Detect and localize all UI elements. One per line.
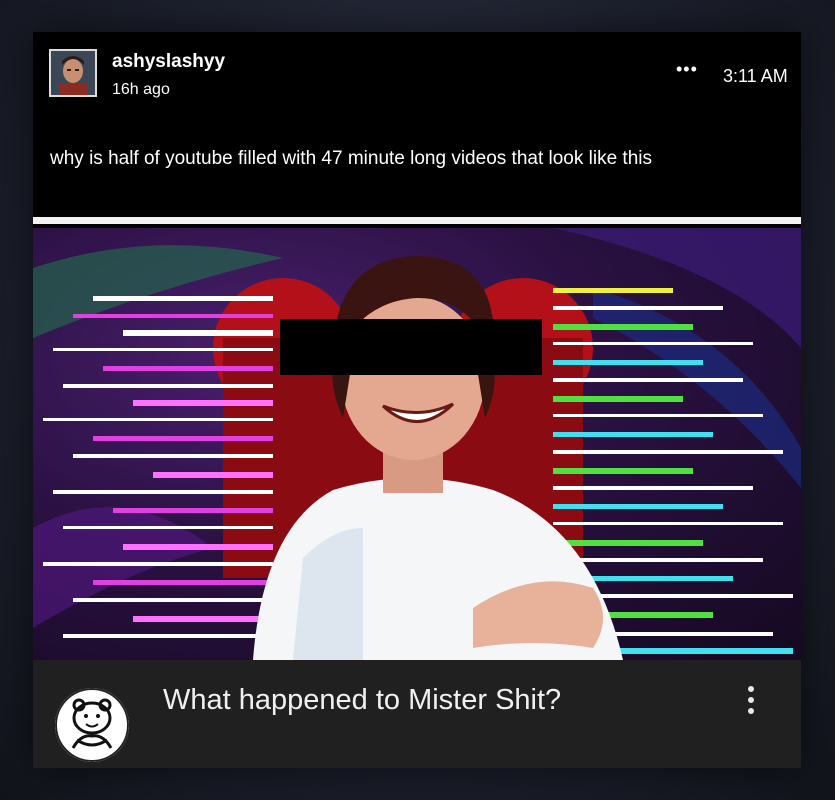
post-header: ashyslashyy 16h ago ••• 3:11 AM why is h… [33,32,801,217]
video-thumbnail[interactable] [33,228,801,660]
post-time-ago: 16h ago [112,81,170,98]
vertical-ellipsis-icon[interactable] [739,682,763,718]
divider [33,217,801,224]
post-username[interactable]: ashyslashyy [112,51,225,73]
redaction-bar [280,319,542,375]
user-avatar[interactable] [49,49,97,97]
post-body-text: why is half of youtube filled with 47 mi… [50,148,652,169]
youtube-video-bar: What happened to Mister Shit? [33,660,801,768]
video-title[interactable]: What happened to Mister Shit? [163,684,561,717]
cartoon-mascot-icon[interactable] [55,688,129,762]
status-clock: 3:11 AM [723,66,788,86]
ellipsis-icon[interactable]: ••• [676,60,698,78]
tumblr-post: ashyslashyy 16h ago ••• 3:11 AM why is h… [33,32,801,768]
